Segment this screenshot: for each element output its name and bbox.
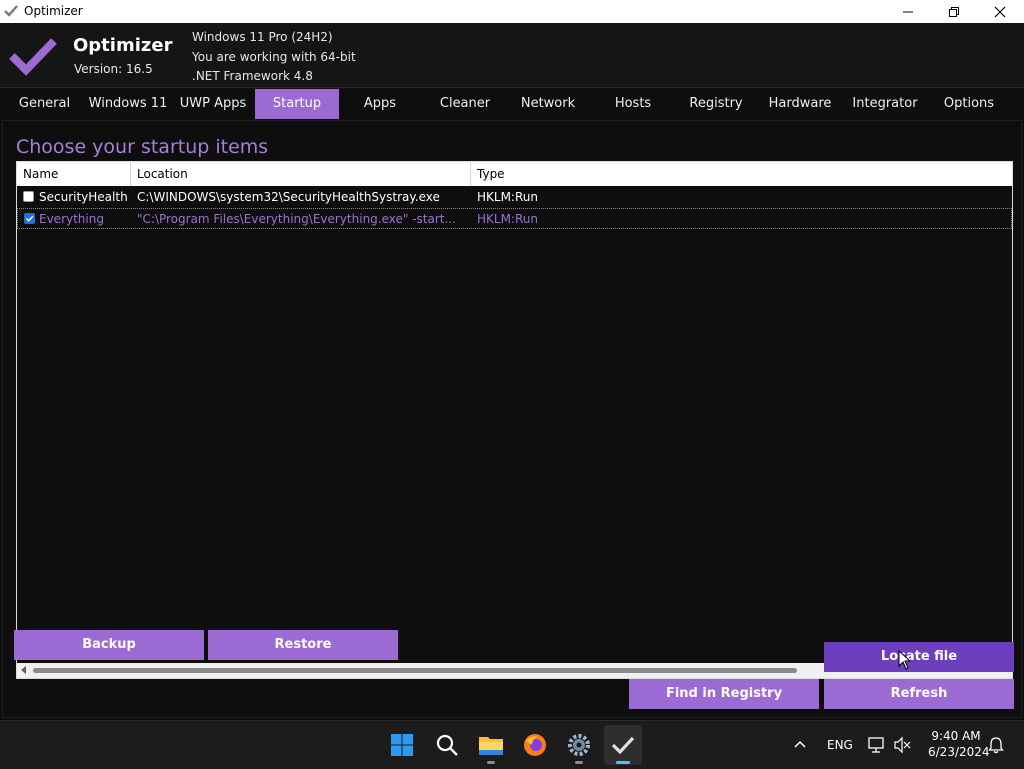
table-row[interactable]: Everything "C:\Program Files\Everything\…: [17, 208, 1012, 229]
tab-uwp-apps[interactable]: UWP Apps: [172, 89, 254, 119]
backup-button[interactable]: Backup: [14, 630, 204, 660]
windows-start-icon: [391, 734, 413, 756]
restore-button[interactable]: Restore: [208, 630, 398, 660]
tab-hosts[interactable]: Hosts: [592, 89, 674, 119]
window-title: Optimizer: [24, 4, 83, 18]
clock[interactable]: 9:40 AM 6/23/2024: [928, 729, 990, 759]
locate-file-button[interactable]: Locate file: [824, 642, 1014, 672]
startup-list[interactable]: Name Location Type SecurityHealth C:\WIN…: [16, 161, 1013, 679]
tab-cleaner[interactable]: Cleaner: [424, 89, 506, 119]
file-explorer-button[interactable]: [475, 729, 507, 764]
row-name: Everything: [39, 212, 104, 226]
chevron-up-icon[interactable]: [793, 739, 807, 749]
framework-version: .NET Framework 4.8: [192, 69, 313, 83]
page-title: Choose your startup items: [16, 136, 269, 158]
firefox-button[interactable]: [519, 729, 551, 761]
table-row[interactable]: SecurityHealth C:\WINDOWS\system32\Secur…: [17, 187, 1012, 208]
restore-icon: [949, 6, 959, 17]
minimize-icon: [903, 11, 913, 12]
column-name[interactable]: Name: [17, 162, 131, 186]
checkmark-icon: [26, 215, 34, 222]
title-bar: Optimizer: [0, 0, 1024, 23]
os-version: Windows 11 Pro (24H2): [192, 30, 333, 44]
tab-bar: General Windows 11 UWP Apps Startup Apps…: [2, 89, 1022, 120]
list-header: Name Location Type: [17, 162, 1012, 186]
row-checkbox[interactable]: [24, 213, 35, 224]
tab-general[interactable]: General: [5, 89, 84, 119]
maximize-button[interactable]: [931, 0, 977, 23]
notification-bell-icon[interactable]: [988, 736, 1004, 754]
close-button[interactable]: [977, 0, 1023, 23]
column-location[interactable]: Location: [131, 162, 471, 186]
search-button[interactable]: [431, 729, 463, 761]
column-type[interactable]: Type: [471, 162, 1012, 186]
find-in-registry-button[interactable]: Find in Registry: [629, 679, 819, 709]
search-icon: [436, 734, 458, 756]
tab-startup[interactable]: Startup: [255, 89, 339, 119]
tab-hardware[interactable]: Hardware: [759, 89, 841, 119]
optimizer-check-icon: [4, 5, 18, 17]
app-name: Optimizer: [73, 35, 173, 56]
system-info: Windows 11 Pro (24H2) You are working wi…: [192, 28, 356, 87]
row-name: SecurityHealth: [39, 190, 128, 204]
tab-windows-11[interactable]: Windows 11: [86, 89, 170, 119]
mouse-cursor-icon: [898, 650, 912, 670]
tab-integrator[interactable]: Integrator: [844, 89, 926, 119]
optimizer-taskbar-button[interactable]: [604, 725, 642, 765]
running-indicator: [487, 761, 495, 764]
tab-network[interactable]: Network: [507, 89, 589, 119]
minimize-button[interactable]: [885, 0, 931, 23]
volume-muted-icon[interactable]: [893, 736, 913, 754]
app-header: Optimizer Version: 16.5 Windows 11 Pro (…: [0, 23, 1024, 88]
row-location: "C:\Program Files\Everything\Everything.…: [137, 212, 456, 226]
running-indicator: [575, 761, 583, 764]
firefox-icon: [524, 734, 546, 756]
network-icon[interactable]: [867, 736, 887, 754]
taskbar: ENG 9:40 AM 6/23/2024: [0, 720, 1024, 769]
clock-date: 6/23/2024: [928, 745, 990, 759]
tab-apps[interactable]: Apps: [340, 89, 420, 119]
tab-registry[interactable]: Registry: [675, 89, 757, 119]
settings-icon: [568, 734, 590, 756]
row-type: HKLM:Run: [477, 212, 538, 226]
architecture: You are working with 64-bit: [192, 49, 356, 64]
language-indicator[interactable]: ENG: [827, 738, 853, 752]
app-version: Version: 16.5: [74, 62, 153, 76]
tab-options[interactable]: Options: [928, 89, 1010, 119]
row-location: C:\WINDOWS\system32\SecurityHealthSystra…: [137, 190, 440, 204]
clock-time: 9:40 AM: [931, 729, 981, 743]
optimizer-icon: [611, 736, 635, 755]
scrollbar-thumb[interactable]: [33, 668, 797, 673]
scroll-left-icon[interactable]: [21, 666, 26, 674]
refresh-button[interactable]: Refresh: [824, 679, 1014, 709]
settings-button[interactable]: [563, 729, 595, 764]
row-type: HKLM:Run: [477, 190, 538, 204]
windows-start-button[interactable]: [386, 729, 418, 761]
close-icon: [994, 6, 1006, 17]
row-checkbox[interactable]: [23, 191, 34, 202]
active-indicator: [616, 761, 630, 764]
file-explorer-icon: [479, 737, 503, 755]
optimizer-logo-icon: [9, 38, 57, 76]
